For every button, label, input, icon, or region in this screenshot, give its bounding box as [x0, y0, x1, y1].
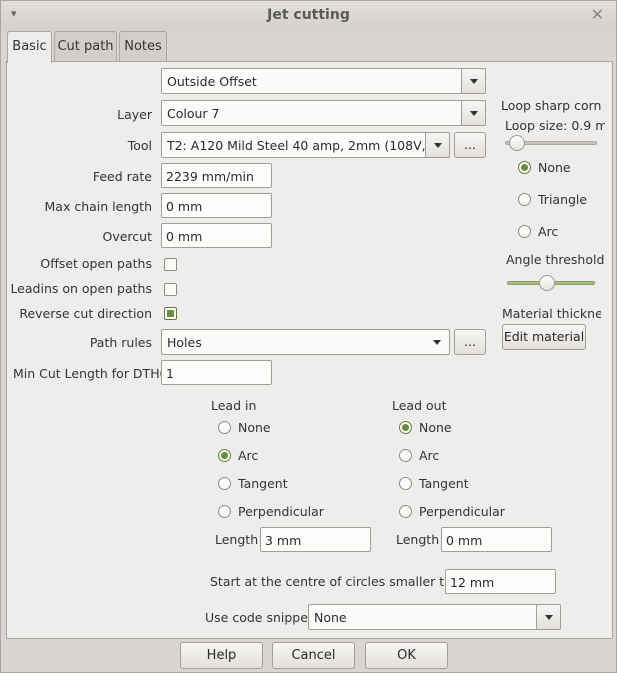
min-cut-label: Min Cut Length for DTHC [13, 366, 169, 381]
chevron-down-icon[interactable] [461, 100, 486, 126]
cancel-button[interactable]: Cancel [272, 642, 355, 669]
path-type-select[interactable]: Outside Offset [161, 68, 486, 94]
lead-in-perpendicular-label: Perpendicular [238, 504, 324, 519]
lead-out-arc-radio[interactable] [399, 449, 412, 462]
min-cut-input[interactable]: 1 [161, 360, 272, 385]
window-title: Jet cutting [267, 7, 350, 23]
loop-triangle-label: Triangle [538, 192, 588, 207]
overcut-value: 0 mm [166, 229, 203, 244]
loop-size-label: Loop size: 0.9 mm [505, 118, 605, 133]
code-snippet-select[interactable]: None [308, 604, 561, 630]
overcut-label: Overcut [102, 229, 153, 244]
lead-out-length-label: Length [396, 532, 440, 547]
lead-out-length-input[interactable]: 0 mm [441, 527, 552, 552]
lead-in-perpendicular-radio[interactable] [218, 505, 231, 518]
lead-out-title: Lead out [392, 398, 447, 413]
reverse-direction-label: Reverse cut direction [19, 306, 152, 321]
lead-out-none-label: None [419, 420, 452, 435]
lead-in-length-label: Length [215, 532, 259, 547]
lead-in-arc-label: Arc [238, 448, 259, 463]
lead-in-title: Lead in [211, 398, 257, 413]
path-rules-label: Path rules [89, 335, 152, 350]
leadins-open-checkbox[interactable] [164, 283, 177, 296]
tool-label: Tool [127, 138, 152, 153]
chevron-down-icon [433, 340, 441, 345]
lead-out-perpendicular-radio[interactable] [399, 505, 412, 518]
layer-select[interactable]: Colour 7 [161, 100, 486, 126]
lead-in-tangent-label: Tangent [238, 476, 288, 491]
path-rules-select[interactable]: Holes [161, 329, 450, 355]
tool-select[interactable]: T2: A120 Mild Steel 40 amp, 2mm (108V, 5… [161, 132, 450, 158]
code-snippet-value: None [314, 610, 347, 625]
tool-browse-button[interactable]: ... [454, 132, 486, 158]
loop-none-label: None [538, 160, 571, 175]
leadins-open-label: Leadins on open paths [10, 281, 152, 296]
help-button[interactable]: Help [180, 642, 263, 669]
max-chain-label: Max chain length [44, 199, 152, 214]
loop-corners-label: Loop sharp corners [501, 98, 601, 113]
tab-cut-path[interactable]: Cut path [54, 31, 117, 62]
lead-in-arc-radio[interactable] [218, 449, 231, 462]
chevron-down-icon[interactable] [425, 132, 450, 158]
tab-notes[interactable]: Notes [119, 31, 167, 62]
lead-in-length-input[interactable]: 3 mm [260, 527, 371, 552]
lead-out-tangent-label: Tangent [419, 476, 469, 491]
centre-start-label: Start at the centre of circles smaller t… [210, 574, 468, 589]
loop-arc-label: Arc [538, 224, 559, 239]
lead-in-none-radio[interactable] [218, 421, 231, 434]
code-snippet-label: Use code snippet [205, 610, 313, 625]
close-icon[interactable]: ✕ [591, 5, 604, 24]
tool-value: T2: A120 Mild Steel 40 amp, 2mm (108V, 5… [167, 138, 425, 153]
lead-in-length-value: 3 mm [265, 533, 302, 548]
path-rules-browse-button[interactable]: ... [454, 329, 486, 355]
tab-basic[interactable]: Basic [7, 31, 52, 63]
path-type-value: Outside Offset [167, 74, 257, 89]
min-cut-value: 1 [166, 366, 174, 381]
loop-arc-radio[interactable] [518, 225, 531, 238]
layer-label: Layer [117, 107, 152, 122]
offset-open-checkbox[interactable] [164, 258, 177, 271]
loop-none-radio[interactable] [518, 161, 531, 174]
feed-rate-input[interactable]: 2239 mm/min [161, 163, 272, 188]
lead-out-tangent-radio[interactable] [399, 477, 412, 490]
edit-material-button[interactable]: Edit material [502, 324, 586, 350]
chevron-down-icon[interactable] [536, 604, 561, 630]
feed-rate-label: Feed rate [92, 169, 152, 184]
lead-out-none-radio[interactable] [399, 421, 412, 434]
reverse-direction-checkbox[interactable] [164, 307, 177, 320]
lead-in-tangent-radio[interactable] [218, 477, 231, 490]
feed-rate-value: 2239 mm/min [166, 169, 254, 184]
loop-size-slider-handle[interactable] [508, 135, 525, 151]
centre-start-value: 12 mm [450, 575, 495, 590]
chevron-down-icon[interactable] [461, 68, 486, 94]
centre-start-input[interactable]: 12 mm [445, 569, 556, 594]
lead-out-arc-label: Arc [419, 448, 440, 463]
loop-triangle-radio[interactable] [518, 193, 531, 206]
max-chain-value: 0 mm [166, 199, 203, 214]
path-rules-value: Holes [167, 335, 202, 350]
title-bar: ▾ Jet cutting ✕ [1, 1, 616, 31]
max-chain-input[interactable]: 0 mm [161, 193, 272, 218]
offset-open-label: Offset open paths [40, 256, 152, 271]
angle-threshold-label: Angle threshold [506, 252, 605, 267]
lead-in-none-label: None [238, 420, 271, 435]
lead-out-perpendicular-label: Perpendicular [419, 504, 505, 519]
overcut-input[interactable]: 0 mm [161, 223, 272, 248]
material-thickness-label: Material thickness [502, 306, 601, 321]
ok-button[interactable]: OK [365, 642, 448, 669]
layer-value: Colour 7 [167, 106, 220, 121]
lead-out-length-value: 0 mm [446, 533, 483, 548]
